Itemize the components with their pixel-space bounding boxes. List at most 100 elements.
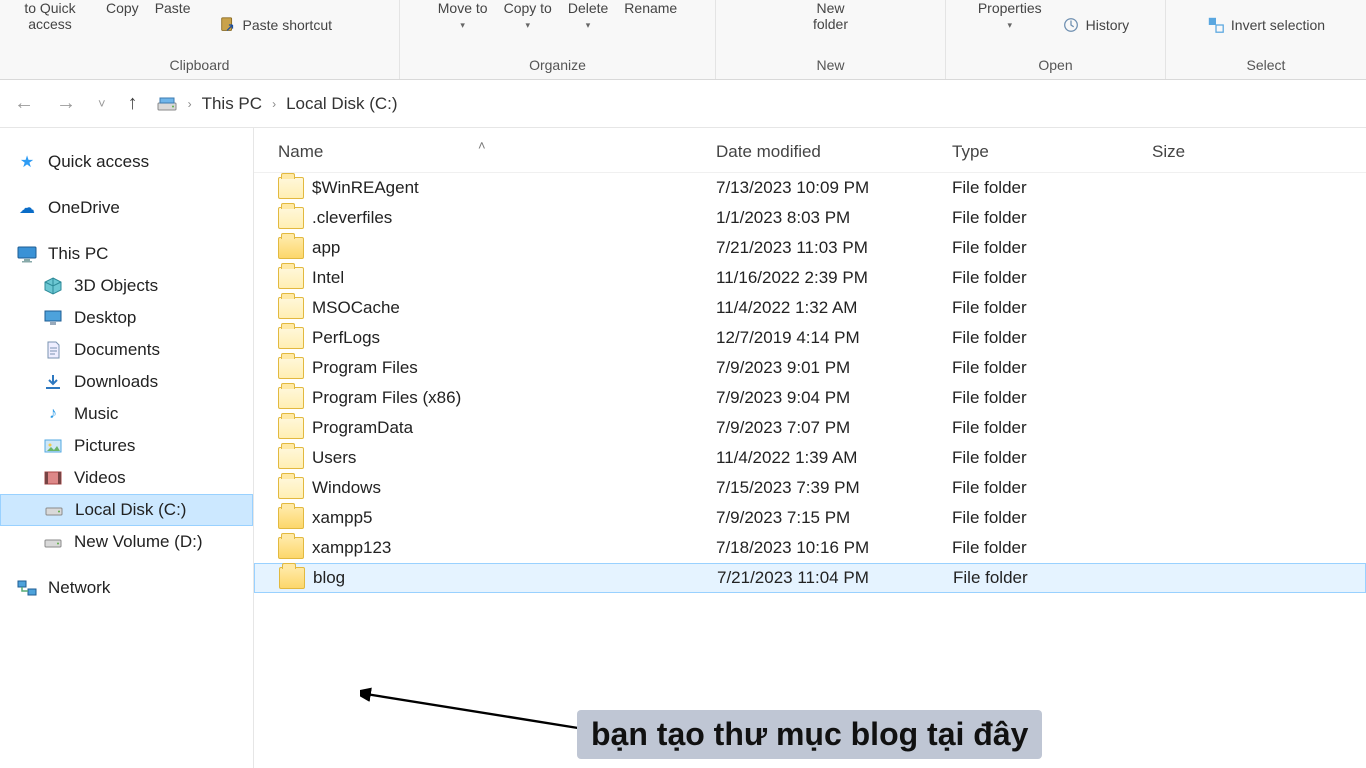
tree-label: Pictures: [74, 436, 135, 456]
tree-label: 3D Objects: [74, 276, 158, 296]
nav-recent-dropdown[interactable]: ˅: [94, 94, 110, 113]
file-type: File folder: [952, 478, 1152, 498]
column-headers: Name˄ Date modified Type Size: [254, 136, 1366, 173]
file-type: File folder: [952, 328, 1152, 348]
column-name-label: Name: [278, 142, 323, 161]
new-folder-label: New folder: [799, 0, 863, 32]
file-name: Program Files (x86): [312, 388, 716, 408]
folder-icon: [279, 567, 305, 589]
file-date: 7/15/2023 7:39 PM: [716, 478, 952, 498]
file-type: File folder: [952, 538, 1152, 558]
table-row[interactable]: MSOCache11/4/2022 1:32 AMFile folder: [254, 293, 1366, 323]
nav-forward-button[interactable]: →: [52, 90, 80, 117]
table-row[interactable]: blog7/21/2023 11:04 PMFile folder: [254, 563, 1366, 593]
paste-shortcut-button[interactable]: Paste shortcut: [215, 14, 337, 36]
rename-label: Rename: [624, 0, 677, 16]
star-icon: ★: [16, 152, 38, 172]
tree-music[interactable]: ♪Music: [0, 398, 253, 430]
file-name: blog: [313, 568, 717, 588]
file-name: ProgramData: [312, 418, 716, 438]
tree-videos[interactable]: Videos: [0, 462, 253, 494]
invert-selection-label: Invert selection: [1231, 17, 1325, 33]
navigation-tree[interactable]: ★ Quick access ☁OneDrive This PC 3D Objec…: [0, 128, 254, 768]
tree-3d-objects[interactable]: 3D Objects: [0, 270, 253, 302]
tree-onedrive[interactable]: ☁OneDrive: [0, 192, 253, 224]
breadcrumb-this-pc[interactable]: This PC: [202, 94, 262, 114]
column-type-header[interactable]: Type: [952, 142, 1152, 162]
tree-this-pc[interactable]: This PC: [0, 238, 253, 270]
folder-icon: [278, 297, 304, 319]
file-type: File folder: [952, 358, 1152, 378]
column-type-label: Type: [952, 142, 989, 161]
tree-label: OneDrive: [48, 198, 120, 218]
file-date: 7/9/2023 7:07 PM: [716, 418, 952, 438]
cube-icon: [42, 276, 64, 296]
invert-selection-button[interactable]: Invert selection: [1203, 14, 1329, 36]
tree-network[interactable]: Network: [0, 572, 253, 604]
nav-back-button[interactable]: ←: [10, 90, 38, 117]
tree-new-volume[interactable]: New Volume (D:): [0, 526, 253, 558]
file-name: xampp5: [312, 508, 716, 528]
copy-to-button[interactable]: Copy to ▾: [504, 0, 552, 31]
annotation-text: bạn tạo thư mục blog tại đây: [577, 710, 1042, 759]
pin-label: to Quick access: [10, 0, 90, 32]
file-date: 12/7/2019 4:14 PM: [716, 328, 952, 348]
paste-shortcut-label: Paste shortcut: [243, 17, 333, 33]
column-name-header[interactable]: Name˄: [278, 142, 716, 162]
picture-icon: [42, 436, 64, 456]
nav-up-button[interactable]: ↑: [124, 90, 142, 117]
paste-button[interactable]: Paste: [155, 0, 191, 16]
column-date-label: Date modified: [716, 142, 821, 161]
new-folder-button[interactable]: New folder: [799, 0, 863, 32]
table-row[interactable]: Program Files (x86)7/9/2023 9:04 PMFile …: [254, 383, 1366, 413]
tree-documents[interactable]: Documents: [0, 334, 253, 366]
breadcrumb[interactable]: › This PC › Local Disk (C:): [156, 94, 398, 114]
delete-label: Delete: [568, 0, 608, 16]
file-name: app: [312, 238, 716, 258]
paste-label: Paste: [155, 0, 191, 16]
tree-quick-access[interactable]: ★ Quick access: [0, 146, 253, 178]
file-type: File folder: [952, 238, 1152, 258]
ribbon-toolbar: to Quick access Copy Paste Paste shortcu…: [0, 0, 1366, 80]
table-row[interactable]: xampp57/9/2023 7:15 PMFile folder: [254, 503, 1366, 533]
rename-button[interactable]: Rename: [624, 0, 677, 16]
tree-label: Network: [48, 578, 110, 598]
tree-downloads[interactable]: Downloads: [0, 366, 253, 398]
breadcrumb-local-disk[interactable]: Local Disk (C:): [286, 94, 397, 114]
tree-label: Quick access: [48, 152, 149, 172]
file-name: MSOCache: [312, 298, 716, 318]
table-row[interactable]: ProgramData7/9/2023 7:07 PMFile folder: [254, 413, 1366, 443]
table-row[interactable]: .cleverfiles1/1/2023 8:03 PMFile folder: [254, 203, 1366, 233]
tree-pictures[interactable]: Pictures: [0, 430, 253, 462]
folder-icon: [278, 537, 304, 559]
delete-button[interactable]: Delete ▾: [568, 0, 608, 31]
table-row[interactable]: app7/21/2023 11:03 PMFile folder: [254, 233, 1366, 263]
file-date: 7/18/2023 10:16 PM: [716, 538, 952, 558]
tree-local-disk[interactable]: Local Disk (C:): [0, 494, 253, 526]
properties-button[interactable]: Properties ▾: [978, 0, 1042, 31]
file-date: 11/4/2022 1:32 AM: [716, 298, 952, 318]
column-size-header[interactable]: Size: [1152, 142, 1292, 162]
tree-desktop[interactable]: Desktop: [0, 302, 253, 334]
history-button[interactable]: History: [1058, 14, 1134, 36]
tree-label: Local Disk (C:): [75, 500, 186, 520]
folder-icon: [278, 267, 304, 289]
copy-button[interactable]: Copy: [106, 0, 139, 16]
pin-quick-access-button[interactable]: to Quick access: [10, 0, 90, 32]
group-new-label: New: [816, 57, 844, 75]
table-row[interactable]: PerfLogs12/7/2019 4:14 PMFile folder: [254, 323, 1366, 353]
column-date-header[interactable]: Date modified: [716, 142, 952, 162]
table-row[interactable]: Users11/4/2022 1:39 AMFile folder: [254, 443, 1366, 473]
file-name: Intel: [312, 268, 716, 288]
table-row[interactable]: xampp1237/18/2023 10:16 PMFile folder: [254, 533, 1366, 563]
document-icon: [42, 340, 64, 360]
file-date: 7/9/2023 7:15 PM: [716, 508, 952, 528]
file-name: Windows: [312, 478, 716, 498]
table-row[interactable]: Intel11/16/2022 2:39 PMFile folder: [254, 263, 1366, 293]
table-row[interactable]: $WinREAgent7/13/2023 10:09 PMFile folder: [254, 173, 1366, 203]
invert-selection-icon: [1207, 16, 1225, 34]
table-row[interactable]: Windows7/15/2023 7:39 PMFile folder: [254, 473, 1366, 503]
history-label: History: [1086, 17, 1130, 33]
move-to-button[interactable]: Move to ▾: [438, 0, 488, 31]
table-row[interactable]: Program Files7/9/2023 9:01 PMFile folder: [254, 353, 1366, 383]
